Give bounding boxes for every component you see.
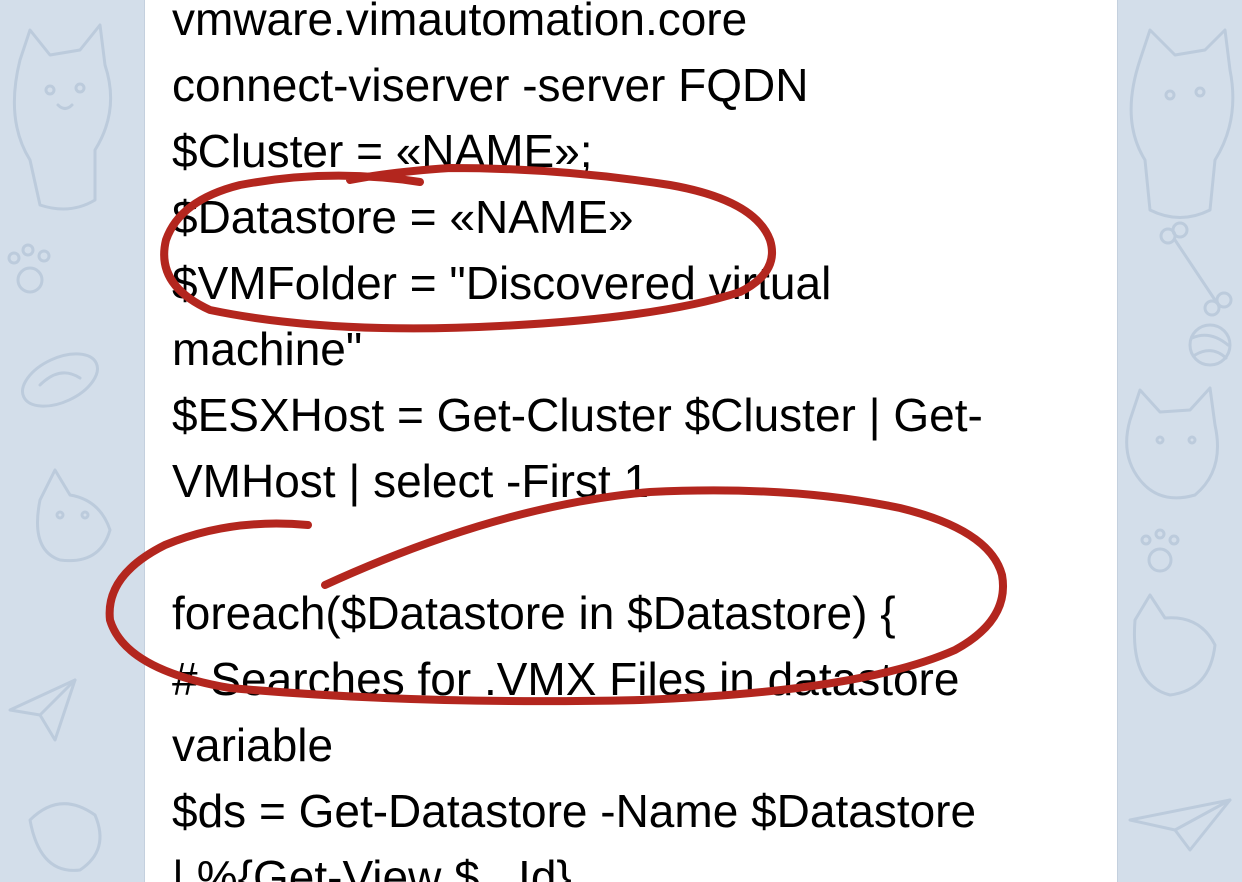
message-line: $Cluster = «NAME»;: [172, 125, 593, 177]
message-line: $ESXHost = Get-Cluster $Cluster | Get-: [172, 389, 983, 441]
cat-doodle-icon: [28, 802, 102, 872]
cat-doodle-icon: [1129, 28, 1235, 219]
message-line: [172, 514, 1102, 580]
cat-doodle-icon: [1125, 386, 1219, 500]
message-text: vmware.vimautomation.core connect-viserv…: [172, 0, 1102, 882]
message-line: machine": [172, 323, 363, 375]
cat-doodle-icon: [36, 468, 112, 563]
paw-icon: [7, 243, 51, 294]
message-line: VMHost | select -First 1: [172, 455, 650, 507]
message-line: variable: [172, 719, 334, 771]
message-line: $VMFolder = "Discovered virtual: [172, 257, 832, 309]
paper-plane-icon: [1128, 798, 1232, 852]
paper-plane-icon: [8, 678, 77, 742]
cat-doodle-icon: [12, 23, 113, 211]
cat-doodle-icon: [1132, 593, 1217, 697]
fish-bowl-icon: [21, 352, 99, 408]
message-line: foreach($Datastore in $Datastore) {: [172, 587, 896, 639]
message-line: vmware.vimautomation.core: [172, 0, 748, 45]
message-line: | %{Get-View $_.Id}: [172, 851, 572, 882]
message-line: # Searches for .VMX Files in datastore: [172, 653, 960, 705]
message-line: connect-viserver -server FQDN: [172, 59, 809, 111]
bone-icon: [1159, 221, 1233, 317]
yarn-ball-icon: [1188, 323, 1232, 367]
paw-icon: [1140, 528, 1180, 573]
message-line: $Datastore = «NAME»: [172, 191, 634, 243]
message-line: $ds = Get-Datastore -Name $Datastore: [172, 785, 977, 837]
